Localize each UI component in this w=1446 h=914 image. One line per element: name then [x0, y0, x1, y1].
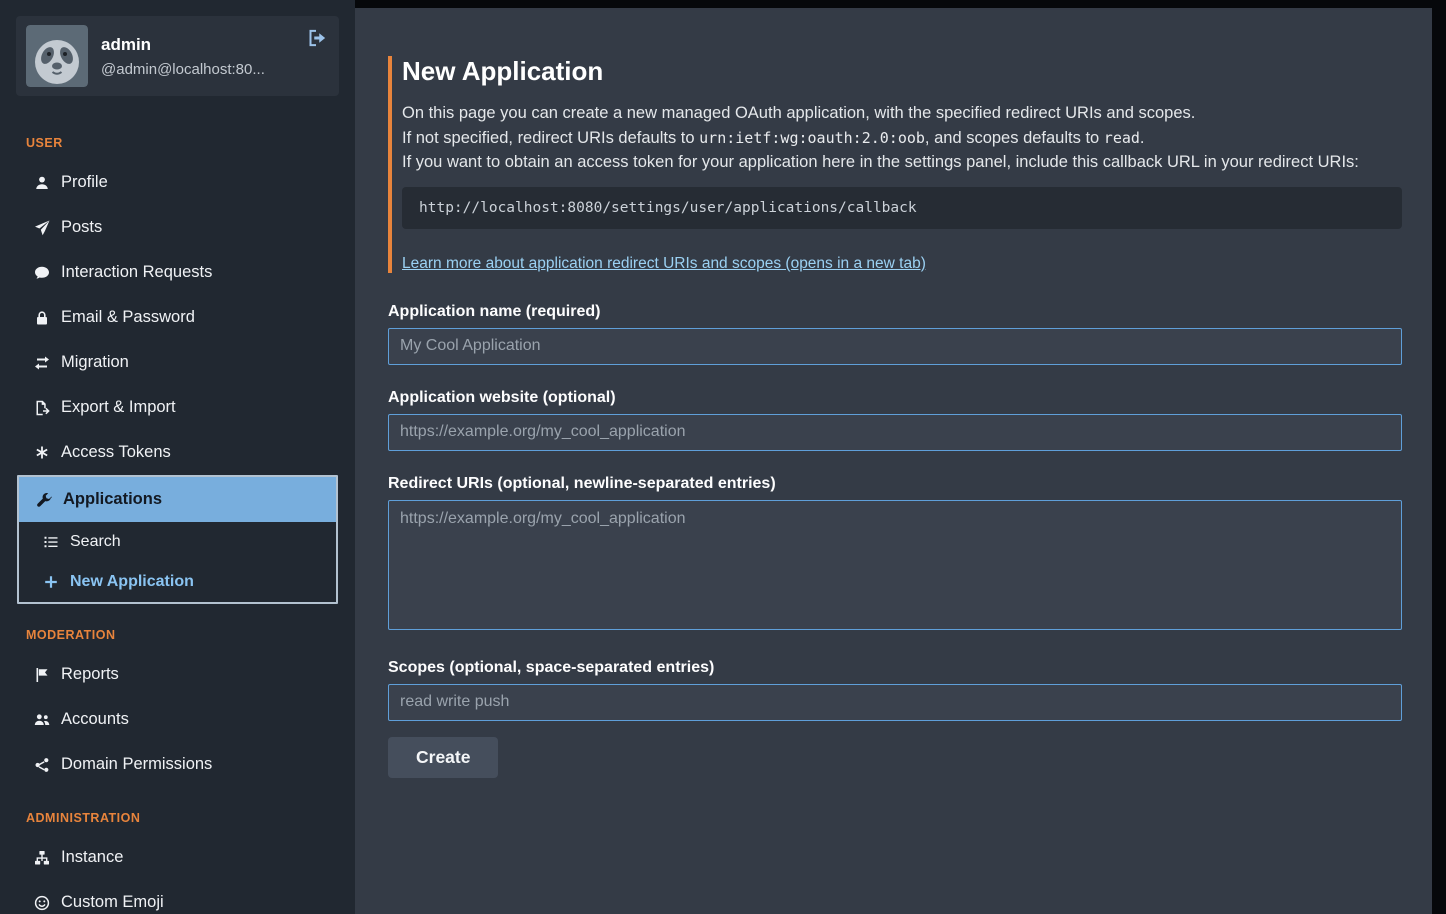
application-website-label: Application website (optional): [388, 389, 1402, 407]
application-name-field-group: Application name (required): [388, 303, 1402, 365]
sidebar-item-new-application[interactable]: New Application: [19, 562, 336, 602]
sidebar-item-custom-emoji[interactable]: Custom Emoji: [17, 880, 338, 914]
read-scope-code: read: [1104, 129, 1140, 147]
learn-more-link[interactable]: Learn more about application redirect UR…: [402, 255, 926, 273]
application-website-field-group: Application website (optional): [388, 389, 1402, 451]
sidebar-item-migration[interactable]: Migration: [17, 340, 338, 385]
section-header-moderation: MODERATION: [17, 604, 338, 652]
sidebar-item-access-tokens[interactable]: Access Tokens: [17, 430, 338, 475]
intro-line-3: If you want to obtain an access token fo…: [402, 150, 1402, 175]
file-export-icon: [33, 400, 51, 416]
user-card: admin @admin@localhost:80...: [16, 16, 339, 96]
sidebar: admin @admin@localhost:80... USER Profile…: [0, 0, 355, 914]
redirect-uris-label: Redirect URIs (optional, newline-separat…: [388, 475, 1402, 493]
scopes-label: Scopes (optional, space-separated entrie…: [388, 659, 1402, 677]
create-button[interactable]: Create: [388, 737, 498, 778]
sidebar-item-label: Search: [70, 533, 121, 551]
sidebar-item-label: Custom Emoji: [61, 893, 164, 912]
sidebar-item-label: Interaction Requests: [61, 263, 212, 282]
sidebar-item-posts[interactable]: Posts: [17, 205, 338, 250]
main-panel: New Application On this page you can cre…: [355, 8, 1432, 914]
sidebar-item-instance[interactable]: Instance: [17, 835, 338, 880]
redirect-uris-textarea[interactable]: [388, 500, 1402, 630]
section-header-administration: ADMINISTRATION: [17, 787, 338, 835]
callback-url-code: http://localhost:8080/settings/user/appl…: [402, 187, 1402, 229]
sidebar-item-domain-permissions[interactable]: Domain Permissions: [17, 742, 338, 787]
comment-icon: [33, 265, 51, 281]
lock-icon: [33, 310, 51, 326]
application-website-input[interactable]: [388, 414, 1402, 451]
scopes-input[interactable]: [388, 684, 1402, 721]
application-name-input[interactable]: [388, 328, 1402, 365]
arrows-left-right-icon: [33, 355, 51, 371]
sidebar-item-label: Applications: [63, 490, 162, 509]
user-name: admin: [101, 35, 329, 55]
redirect-uris-field-group: Redirect URIs (optional, newline-separat…: [388, 475, 1402, 635]
intro-line-2-mid: , and scopes defaults to: [925, 129, 1104, 147]
intro-line-2-pre: If not specified, redirect URIs defaults…: [402, 129, 699, 147]
flag-icon: [33, 667, 51, 683]
page-header: New Application On this page you can cre…: [388, 56, 1402, 273]
scrollbar-gutter[interactable]: [1432, 8, 1446, 914]
intro-line-1: On this page you can create a new manage…: [402, 101, 1402, 126]
scopes-field-group: Scopes (optional, space-separated entrie…: [388, 659, 1402, 721]
section-header-user: USER: [17, 112, 338, 160]
sidebar-item-label: Domain Permissions: [61, 755, 212, 774]
sidebar-item-label: Migration: [61, 353, 129, 372]
sidebar-item-export-import[interactable]: Export & Import: [17, 385, 338, 430]
user-info: admin @admin@localhost:80...: [101, 35, 329, 78]
smile-icon: [33, 895, 51, 911]
sidebar-item-label: Access Tokens: [61, 443, 171, 462]
sidebar-item-applications[interactable]: Applications: [19, 477, 336, 522]
new-application-form: Application name (required) Application …: [388, 303, 1402, 778]
user-handle: @admin@localhost:80...: [101, 61, 291, 78]
sidebar-item-label: Profile: [61, 173, 108, 192]
logout-icon[interactable]: [307, 28, 327, 48]
users-icon: [33, 712, 51, 728]
sidebar-item-label: Accounts: [61, 710, 129, 729]
sidebar-item-label: New Application: [70, 573, 194, 591]
intro-line-2-post: .: [1140, 129, 1145, 147]
sidebar-item-label: Posts: [61, 218, 102, 237]
sidebar-item-interaction-requests[interactable]: Interaction Requests: [17, 250, 338, 295]
sitemap-icon: [33, 850, 51, 866]
sidebar-item-email-password[interactable]: Email & Password: [17, 295, 338, 340]
tools-icon: [35, 492, 53, 508]
share-nodes-icon: [33, 757, 51, 773]
main-column: New Application On this page you can cre…: [355, 0, 1446, 914]
nav-group-applications: Applications Search New Application: [17, 475, 338, 604]
sidebar-item-label: Email & Password: [61, 308, 195, 327]
sidebar-nav: USER Profile Posts Interaction Requests Emai…: [17, 112, 338, 914]
list-icon: [42, 534, 60, 550]
sidebar-item-label: Export & Import: [61, 398, 176, 417]
application-name-label: Application name (required): [388, 303, 1402, 321]
sidebar-item-search[interactable]: Search: [19, 522, 336, 562]
user-icon: [33, 175, 51, 191]
sidebar-item-label: Instance: [61, 848, 123, 867]
sidebar-item-reports[interactable]: Reports: [17, 652, 338, 697]
oob-uri-code: urn:ietf:wg:oauth:2.0:oob: [699, 129, 925, 147]
sidebar-item-profile[interactable]: Profile: [17, 160, 338, 205]
sidebar-item-label: Reports: [61, 665, 119, 684]
sidebar-item-accounts[interactable]: Accounts: [17, 697, 338, 742]
page-title: New Application: [402, 56, 1402, 87]
avatar: [26, 25, 88, 87]
intro-line-2: If not specified, redirect URIs defaults…: [402, 126, 1402, 151]
submenu-applications: Search New Application: [19, 522, 336, 602]
plus-icon: [42, 574, 60, 590]
asterisk-icon: [33, 445, 51, 461]
paper-plane-icon: [33, 220, 51, 236]
